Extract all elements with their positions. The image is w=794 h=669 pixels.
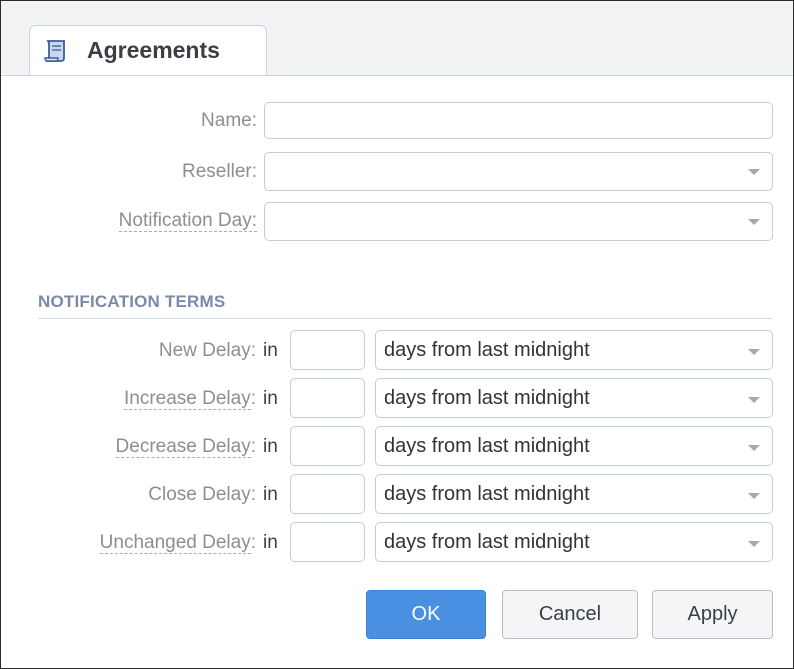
apply-button[interactable]: Apply [652, 590, 773, 639]
new-delay-unit-select[interactable]: days from last midnight [375, 330, 773, 370]
chevron-down-icon [748, 541, 760, 547]
unit-value: days from last midnight [384, 339, 590, 361]
tab-agreements[interactable]: Agreements [29, 25, 267, 75]
term-label-text: Close Delay [148, 484, 251, 505]
in-label: in [263, 340, 278, 361]
scroll-icon [44, 40, 65, 62]
unit-value: days from last midnight [384, 531, 590, 553]
chevron-down-icon [748, 397, 760, 403]
section-title: NOTIFICATION TERMS [38, 292, 226, 311]
increase-delay-input[interactable] [290, 378, 365, 418]
unit-value: days from last midnight [384, 435, 590, 457]
in-label: in [263, 388, 278, 409]
reseller-label: Reseller: [182, 161, 257, 182]
cancel-button[interactable]: Cancel [502, 590, 638, 639]
form-panel: Name: Reseller: Notification Day: NOTIFI… [1, 76, 793, 641]
chevron-down-icon [748, 349, 760, 355]
decrease-delay-unit-select[interactable]: days from last midnight [375, 426, 773, 466]
section-divider [38, 318, 773, 319]
name-input[interactable] [264, 102, 773, 139]
term-label: Increase Delay: [123, 388, 256, 410]
term-label-text: Decrease Delay [115, 436, 251, 458]
unit-value: days from last midnight [384, 483, 590, 505]
chevron-down-icon [748, 219, 760, 225]
chevron-down-icon [748, 445, 760, 451]
notification-day-select[interactable] [264, 202, 773, 241]
agreements-dialog: Agreements Name: Reseller: Notification … [0, 0, 794, 669]
term-colon: : [250, 388, 256, 409]
term-colon: : [250, 340, 256, 361]
in-label: in [263, 532, 278, 553]
unchanged-delay-unit-select[interactable]: days from last midnight [375, 522, 773, 562]
tab-bar: Agreements [1, 1, 793, 76]
close-delay-unit-select[interactable]: days from last midnight [375, 474, 773, 514]
unit-value: days from last midnight [384, 387, 590, 409]
term-colon: : [250, 436, 256, 457]
notification-day-label: Notification Day: [118, 210, 257, 232]
chevron-down-icon [748, 493, 760, 499]
term-label-text: New Delay [158, 340, 251, 361]
unchanged-delay-input[interactable] [290, 522, 365, 562]
term-label: Close Delay: [148, 484, 256, 506]
term-label: Unchanged Delay: [99, 532, 256, 554]
new-delay-input[interactable] [290, 330, 365, 370]
in-label: in [263, 484, 278, 505]
term-label-text: Unchanged Delay [99, 532, 251, 554]
term-label-text: Increase Delay [123, 388, 251, 410]
decrease-delay-input[interactable] [290, 426, 365, 466]
reseller-select[interactable] [264, 152, 773, 191]
ok-button[interactable]: OK [366, 590, 486, 639]
in-label: in [263, 436, 278, 457]
chevron-down-icon [748, 169, 760, 175]
term-label: Decrease Delay: [115, 436, 256, 458]
increase-delay-unit-select[interactable]: days from last midnight [375, 378, 773, 418]
name-label: Name: [201, 110, 257, 131]
tab-title: Agreements [87, 37, 220, 63]
term-label: New Delay: [159, 340, 256, 362]
close-delay-input[interactable] [290, 474, 365, 514]
notification-day-label-text: Notification Day: [118, 210, 257, 232]
term-colon: : [250, 484, 256, 505]
term-colon: : [250, 532, 256, 553]
